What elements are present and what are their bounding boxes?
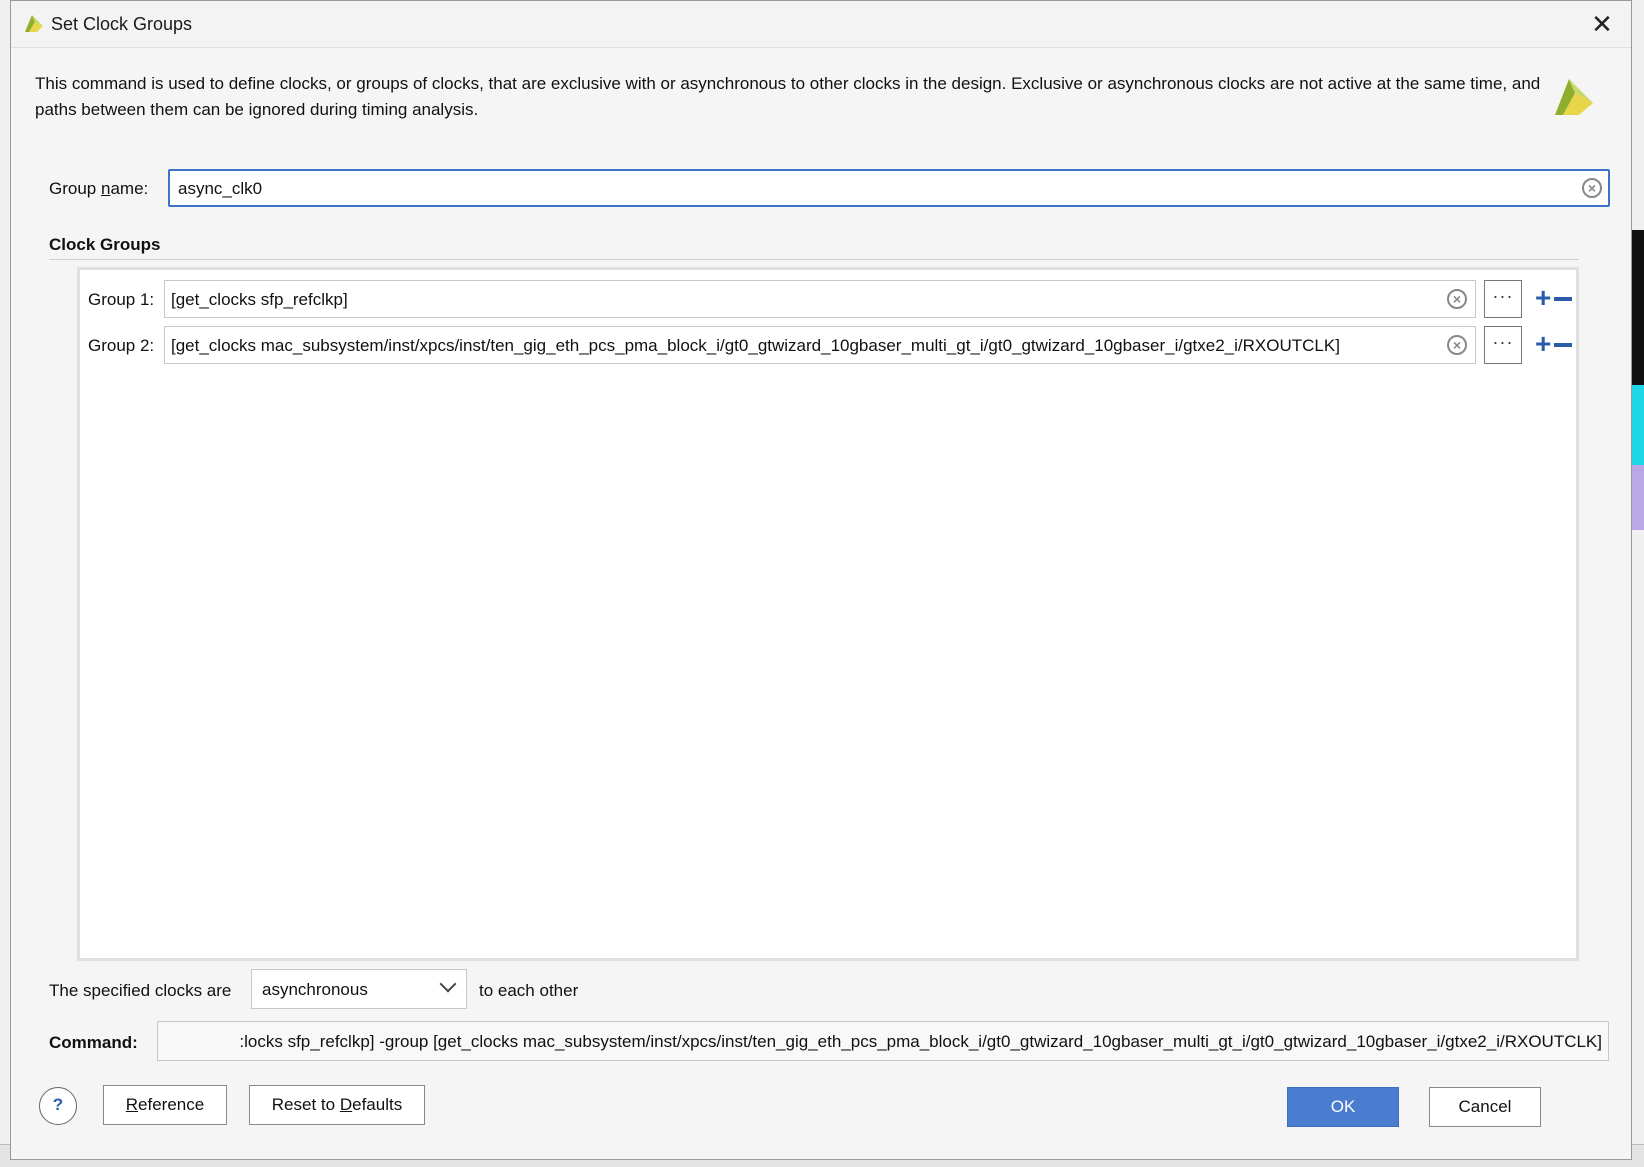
vivado-logo-icon xyxy=(25,15,43,32)
section-divider xyxy=(49,259,1579,260)
add-group-button[interactable]: + xyxy=(1535,284,1551,312)
reference-button[interactable]: Reference xyxy=(103,1085,227,1125)
clear-icon[interactable]: × xyxy=(1447,335,1467,355)
dialog-title: Set Clock Groups xyxy=(51,14,193,34)
clock-groups-heading: Clock Groups xyxy=(49,235,161,254)
background-strip-black xyxy=(1630,230,1644,385)
clock-groups-panel: Group 1: × ··· + Group 2: × ··· + xyxy=(77,267,1579,961)
command-preview-field[interactable]: :locks sfp_refclkp] -group [get_clocks m… xyxy=(157,1021,1609,1061)
group-row-1: Group 1: × ··· + xyxy=(80,280,1576,320)
ok-button[interactable]: OK xyxy=(1287,1087,1399,1127)
remove-group-button[interactable] xyxy=(1554,343,1572,347)
group-name-input[interactable] xyxy=(176,174,1560,204)
vivado-logo-icon xyxy=(1555,79,1593,115)
browse-clocks-button[interactable]: ··· xyxy=(1484,326,1522,364)
group-1-input[interactable] xyxy=(169,287,1433,313)
reset-to-defaults-button[interactable]: Reset to Defaults xyxy=(249,1085,425,1125)
group-name-label: Group name: xyxy=(49,179,149,198)
relation-suffix-label: to each other xyxy=(479,981,579,1000)
group-row-2: Group 2: × ··· + xyxy=(80,326,1576,366)
clear-icon[interactable]: × xyxy=(1582,178,1602,198)
relation-selected-value: asynchronous xyxy=(262,980,368,999)
browse-clocks-button[interactable]: ··· xyxy=(1484,280,1522,318)
command-label: Command: xyxy=(49,1033,138,1052)
group-field: × xyxy=(164,280,1476,318)
command-text: :locks sfp_refclkp] -group [get_clocks m… xyxy=(239,1032,1602,1051)
group-2-input[interactable] xyxy=(169,333,1433,359)
group-label: Group 2: xyxy=(88,336,155,355)
title-bar: Set Clock Groups ✕ xyxy=(11,1,1631,48)
set-clock-groups-dialog: Set Clock Groups ✕ This command is used … xyxy=(10,0,1632,1160)
remove-group-button[interactable] xyxy=(1554,297,1572,301)
dialog-description: This command is used to define clocks, o… xyxy=(35,74,1541,119)
close-button[interactable]: ✕ xyxy=(1587,9,1617,39)
cancel-button[interactable]: Cancel xyxy=(1429,1087,1541,1127)
background-strip-purple xyxy=(1630,465,1644,530)
relation-dropdown[interactable]: asynchronous xyxy=(251,969,467,1009)
background-app-right xyxy=(1630,0,1644,1167)
group-field: × xyxy=(164,326,1476,364)
clear-icon[interactable]: × xyxy=(1447,289,1467,309)
add-group-button[interactable]: + xyxy=(1535,330,1551,358)
group-name-field: × xyxy=(168,169,1610,207)
help-button[interactable]: ? xyxy=(39,1087,77,1125)
close-icon: ✕ xyxy=(1591,9,1613,39)
chevron-down-icon xyxy=(439,975,457,993)
group-label: Group 1: xyxy=(88,290,155,309)
relation-prefix-label: The specified clocks are xyxy=(49,981,232,1000)
background-strip-cyan xyxy=(1630,385,1644,465)
